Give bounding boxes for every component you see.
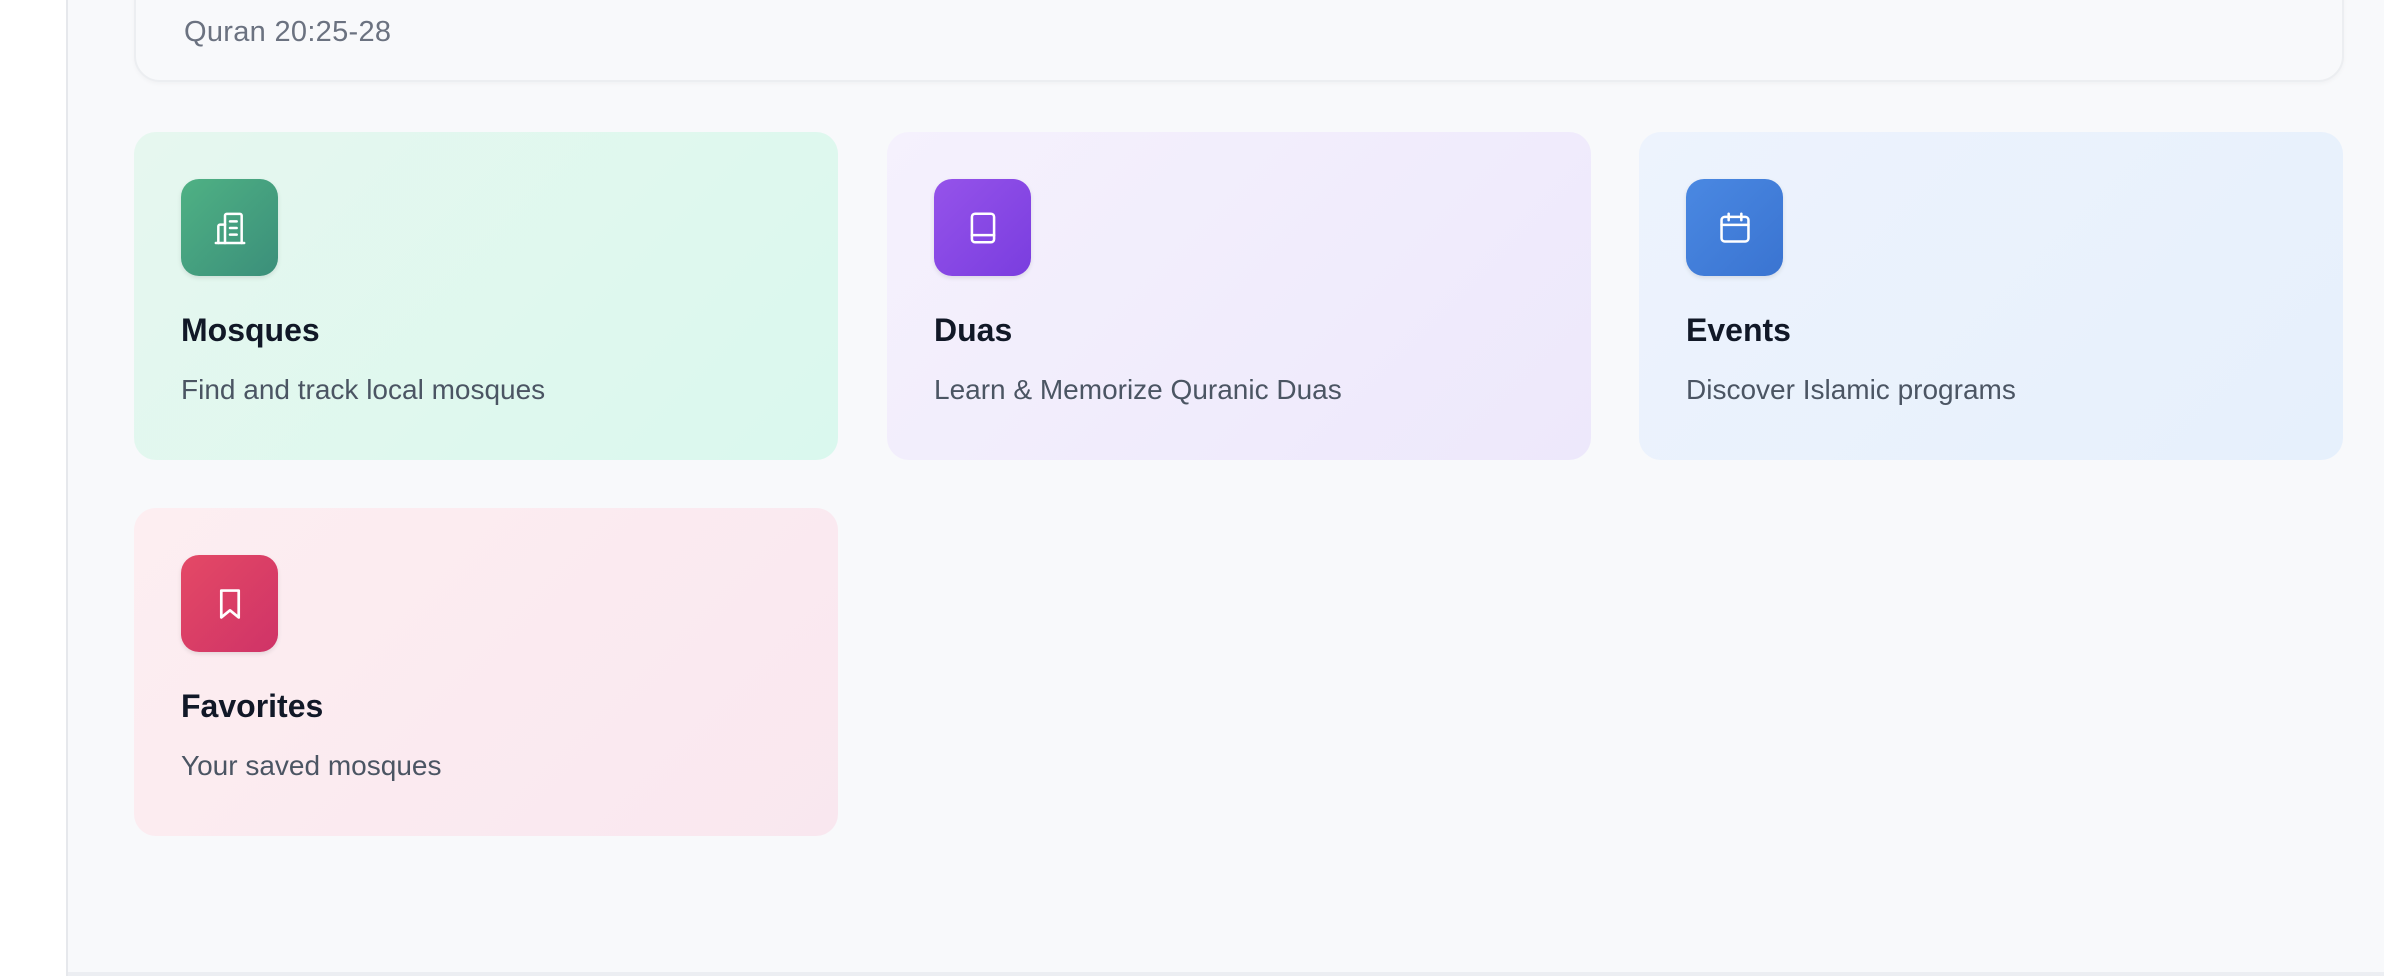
mosques-title: Mosques [181,312,320,348]
favorites-card[interactable]: Favorites Your saved mosques [134,508,838,836]
events-card[interactable]: Events Discover Islamic programs [1639,132,2343,460]
mosques-card[interactable]: Mosques Find and track local mosques [134,132,838,460]
verse-card: Quran 20:25-28 [134,0,2344,82]
favorites-description: Your saved mosques [181,750,442,781]
duas-card[interactable]: Duas Learn & Memorize Quranic Duas [887,132,1591,460]
main-content: Quran 20:25-28 Mosques Find and track lo… [70,0,2384,972]
bottom-border [68,972,2384,976]
book-icon [934,179,1031,276]
favorites-title: Favorites [181,688,324,724]
mosques-description: Find and track local mosques [181,374,546,405]
duas-description: Learn & Memorize Quranic Duas [934,374,1342,405]
verse-reference: Quran 20:25-28 [184,16,392,48]
mosque-building-icon [181,179,278,276]
events-title: Events [1686,312,1791,348]
events-description: Discover Islamic programs [1686,374,2016,405]
sidebar-rail [0,0,68,976]
bookmark-icon [181,555,278,652]
calendar-icon [1686,179,1783,276]
duas-title: Duas [934,312,1013,348]
